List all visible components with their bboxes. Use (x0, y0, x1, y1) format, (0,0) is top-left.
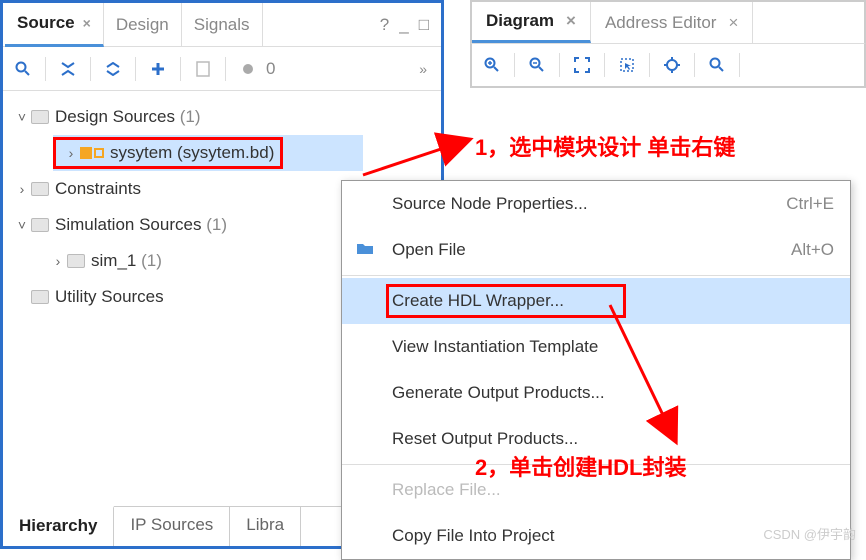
tree-design-sources[interactable]: ˅ Design Sources (1) (3, 99, 441, 135)
zoom-in-icon[interactable] (478, 51, 506, 79)
expand-icon[interactable] (99, 55, 127, 83)
tab-ip-sources[interactable]: IP Sources (114, 507, 230, 546)
minimize-icon[interactable]: _ (399, 15, 408, 35)
chevron-right-icon: › (49, 253, 67, 269)
chevron-right-icon: › (62, 145, 80, 161)
design-sources-count: (1) (180, 107, 201, 127)
shortcut-label: Ctrl+E (786, 194, 834, 214)
constraints-label: Constraints (55, 179, 141, 199)
doc-icon[interactable] (189, 55, 217, 83)
chevron-right-icon: › (13, 181, 31, 197)
menu-source-node-properties[interactable]: Source Node Properties... Ctrl+E (342, 181, 850, 227)
folder-icon (31, 110, 49, 124)
sim1-label: sim_1 (91, 251, 136, 271)
target-icon[interactable] (658, 51, 686, 79)
tab-hierarchy[interactable]: Hierarchy (3, 506, 114, 546)
menu-create-hdl-wrapper[interactable]: Create HDL Wrapper... (342, 278, 850, 324)
tab-design-label: Design (116, 15, 169, 35)
folder-icon (31, 182, 49, 196)
collapse-icon[interactable] (54, 55, 82, 83)
annotation-text-1: 1，选中模块设计 单击右键 (475, 130, 735, 162)
folder-icon (31, 290, 49, 304)
menu-separator (342, 275, 850, 276)
context-menu: Source Node Properties... Ctrl+E Open Fi… (341, 180, 851, 560)
watermark: CSDN @伊宇韵 (763, 524, 856, 543)
fit-icon[interactable] (568, 51, 596, 79)
block-design-icon (80, 147, 104, 159)
close-icon[interactable]: × (83, 15, 91, 31)
tab-source-label: Source (17, 13, 75, 33)
tab-signals-label: Signals (194, 15, 250, 35)
tab-diagram[interactable]: Diagram× (472, 2, 591, 43)
help-icon[interactable]: ? (380, 15, 389, 35)
toolbar-count: 0 (266, 59, 275, 79)
menu-separator (342, 464, 850, 465)
folder-icon (31, 218, 49, 232)
design-sources-label: Design Sources (55, 107, 175, 127)
search-icon[interactable] (9, 55, 37, 83)
overflow-icon[interactable]: » (419, 61, 435, 77)
tab-libraries[interactable]: Libra (230, 507, 301, 546)
circle-icon[interactable] (234, 55, 262, 83)
chevron-down-icon: ˅ (13, 109, 31, 125)
chevron-down-icon: ˅ (13, 217, 31, 233)
menu-replace-file: Replace File... (342, 467, 850, 513)
menu-generate-output-products[interactable]: Generate Output Products... (342, 370, 850, 416)
open-folder-icon (356, 240, 374, 260)
maximize-icon[interactable]: □ (419, 15, 429, 35)
menu-open-file[interactable]: Open File Alt+O (342, 227, 850, 273)
left-toolbar: 0 » (3, 47, 441, 91)
shortcut-label: Alt+O (791, 240, 834, 260)
menu-view-instantiation-template[interactable]: View Instantiation Template (342, 324, 850, 370)
tab-design[interactable]: Design (104, 3, 182, 47)
utility-label: Utility Sources (55, 287, 164, 307)
add-icon[interactable] (144, 55, 172, 83)
search-icon[interactable] (703, 51, 731, 79)
folder-icon (67, 254, 85, 268)
right-toolbar (470, 44, 866, 88)
system-label: sysytem (sysytem.bd) (110, 143, 274, 163)
menu-reset-output-products[interactable]: Reset Output Products... (342, 416, 850, 462)
left-tab-bar: Source × Design Signals ? _ □ (3, 3, 441, 47)
simulation-count: (1) (206, 215, 227, 235)
tab-address-editor[interactable]: Address Editor× (591, 2, 753, 43)
simulation-label: Simulation Sources (55, 215, 201, 235)
tab-signals[interactable]: Signals (182, 3, 263, 47)
diagram-panel: Diagram× Address Editor× (470, 0, 866, 88)
sim1-count: (1) (141, 251, 162, 271)
select-icon[interactable] (613, 51, 641, 79)
tree-system-item[interactable]: › sysytem (sysytem.bd) (53, 135, 363, 171)
right-tab-bar: Diagram× Address Editor× (470, 0, 866, 44)
zoom-out-icon[interactable] (523, 51, 551, 79)
tab-source[interactable]: Source × (5, 3, 104, 47)
